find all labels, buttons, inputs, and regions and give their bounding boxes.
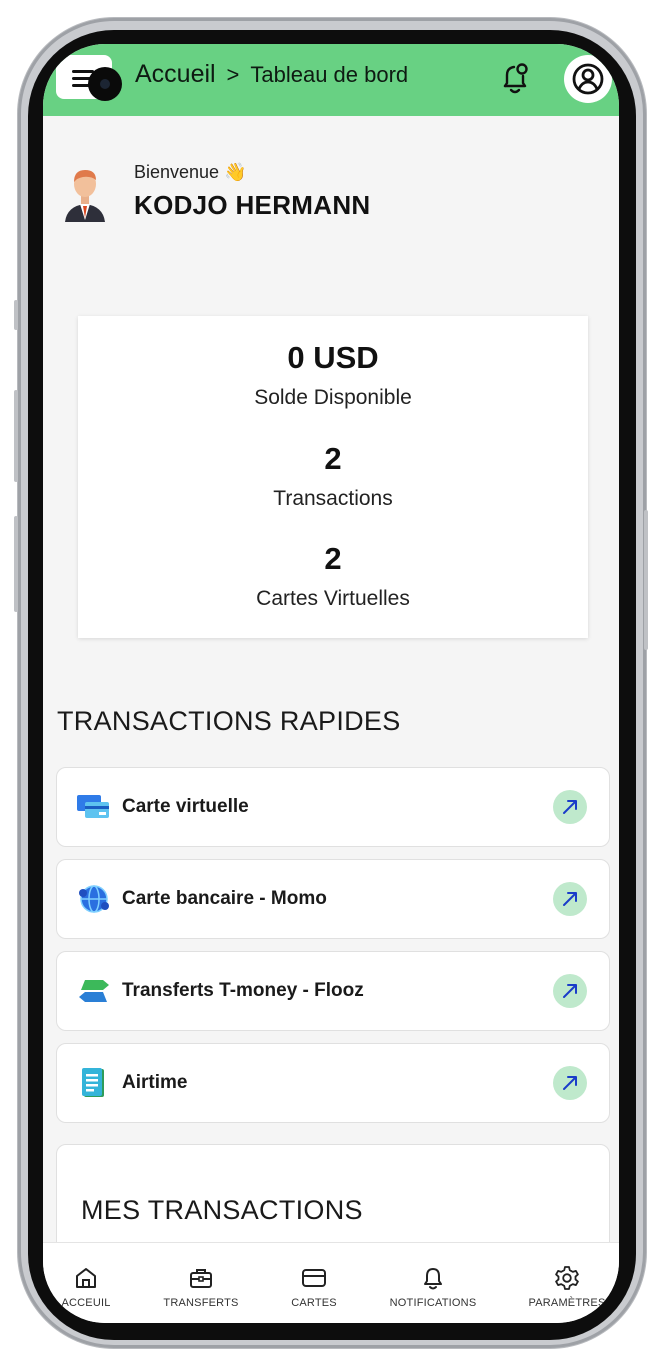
document-icon	[82, 1068, 104, 1097]
bottom-nav: ACCEUIL TRANSFERTS CARTES NOTIFICATIONS …	[43, 1242, 619, 1323]
user-circle-icon	[572, 63, 604, 95]
quick-item-tmoney-flooz[interactable]: Transferts T-money - Flooz	[56, 951, 610, 1031]
avatar	[61, 162, 109, 224]
open-button[interactable]	[553, 974, 587, 1008]
quick-item-bank-card-momo[interactable]: Carte bancaire - Momo	[56, 859, 610, 939]
quick-item-label: Carte bancaire - Momo	[122, 888, 327, 909]
user-name: KODJO HERMANN	[134, 190, 371, 220]
bell-icon	[424, 1268, 442, 1290]
briefcase-icon	[190, 1269, 212, 1288]
breadcrumb-separator: >	[226, 62, 240, 87]
breadcrumb: Accueil > Tableau de bord	[135, 60, 408, 89]
quick-item-label: Transferts T-money - Flooz	[122, 980, 364, 1001]
breadcrumb-current: Tableau de bord	[250, 62, 409, 87]
transactions-label: Transactions	[273, 487, 393, 510]
nav-item-notifications[interactable]: NOTIFICATIONS	[378, 1265, 488, 1309]
stats-card: 0 USD Solde Disponible 2 Transactions 2 …	[78, 316, 588, 638]
side-button	[14, 390, 18, 482]
front-camera	[88, 67, 122, 101]
quick-item-virtual-card[interactable]: Carte virtuelle	[56, 767, 610, 847]
quick-transactions-title: TRANSACTIONS RAPIDES	[57, 706, 401, 736]
arrow-up-right-icon	[563, 984, 577, 998]
nav-label: NOTIFICATIONS	[389, 1297, 477, 1309]
quick-item-label: Airtime	[122, 1072, 188, 1093]
cards-count: 2	[324, 541, 342, 576]
balance-label: Solde Disponible	[254, 386, 412, 409]
welcome-greeting: Bienvenue 👋	[134, 162, 247, 182]
transactions-count: 2	[324, 441, 342, 476]
gear-icon	[555, 1266, 579, 1290]
nav-label: ACCEUIL	[61, 1297, 111, 1309]
nav-label: PARAMÈTRES	[528, 1297, 606, 1309]
globe-icon	[79, 885, 109, 913]
top-header: Accueil > Tableau de bord	[43, 44, 619, 116]
profile-button[interactable]	[564, 55, 612, 103]
home-icon	[76, 1268, 96, 1288]
quick-item-airtime[interactable]: Airtime	[56, 1043, 610, 1123]
virtual-card-icon	[77, 795, 109, 818]
cards-label: Cartes Virtuelles	[256, 587, 410, 610]
breadcrumb-root[interactable]: Accueil	[135, 60, 216, 88]
nav-label: TRANSFERTS	[163, 1297, 239, 1309]
nav-label: CARTES	[291, 1297, 337, 1309]
arrow-up-right-icon	[563, 892, 577, 906]
app-screen: Accueil > Tableau de bord Bienvenue 👋 KO…	[43, 44, 619, 1323]
my-transactions-title: MES TRANSACTIONS	[81, 1195, 363, 1225]
transfer-arrows-icon	[79, 980, 109, 1002]
arrow-up-right-icon	[563, 1076, 577, 1090]
side-button	[14, 516, 18, 612]
side-button	[644, 510, 648, 650]
arrow-up-right-icon	[563, 800, 577, 814]
nav-item-transfers[interactable]: TRANSFERTS	[146, 1265, 256, 1309]
quick-item-label: Carte virtuelle	[122, 796, 249, 817]
nav-item-cards[interactable]: CARTES	[259, 1265, 369, 1309]
side-button	[14, 300, 18, 330]
open-button[interactable]	[553, 1066, 587, 1100]
open-button[interactable]	[553, 882, 587, 916]
open-button[interactable]	[553, 790, 587, 824]
bell-badge-icon	[503, 63, 528, 94]
balance-value: 0 USD	[287, 340, 379, 375]
nav-item-home[interactable]: ACCEUIL	[43, 1265, 141, 1309]
notification-bell-button[interactable]	[499, 60, 531, 96]
nav-item-settings[interactable]: PARAMÈTRES	[512, 1265, 619, 1309]
card-icon	[302, 1269, 326, 1287]
